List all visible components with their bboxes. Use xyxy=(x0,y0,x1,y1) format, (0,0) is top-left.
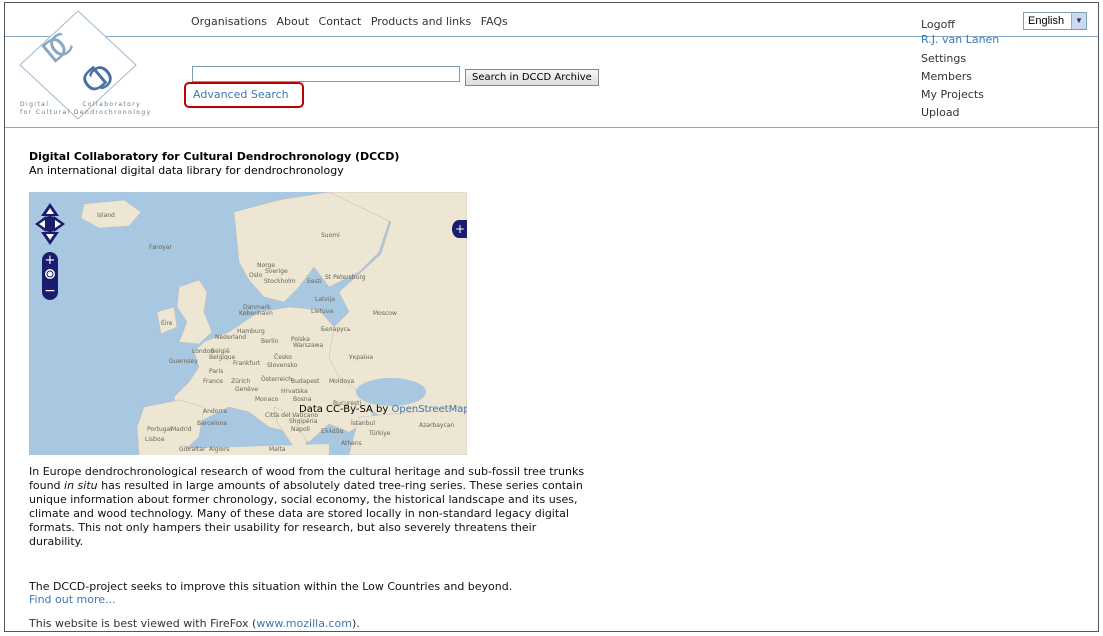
user-menu: Logoff R.J. van Lanen Settings Members M… xyxy=(921,16,999,122)
map-label: Azərbaycan xyxy=(419,422,455,429)
page-title: Digital Collaboratory for Cultural Dendr… xyxy=(29,150,400,163)
map-label: Budapest xyxy=(291,378,320,385)
map-label: Athens xyxy=(341,440,362,447)
browser-note: This website is best viewed with FireFox… xyxy=(29,617,360,630)
map-label: Oslo xyxy=(249,272,263,279)
mozilla-link[interactable]: www.mozilla.com xyxy=(256,617,352,630)
map-label: Česko xyxy=(274,354,292,361)
my-projects-link[interactable]: My Projects xyxy=(921,86,999,104)
map-label: Lietuva xyxy=(311,308,334,315)
map-pan-control[interactable] xyxy=(33,199,67,249)
layer-switcher-icon[interactable]: + xyxy=(452,220,467,238)
map-label: Monaco xyxy=(255,396,279,403)
logoff-link[interactable]: Logoff xyxy=(921,16,999,34)
search-button[interactable]: Search in DCCD Archive xyxy=(465,69,599,86)
map-label: Warszawa xyxy=(293,342,324,349)
chevron-down-icon[interactable]: ▼ xyxy=(1071,13,1086,29)
svg-text:+: + xyxy=(455,222,465,236)
openstreetmap-link[interactable]: OpenStreetMap xyxy=(391,404,467,415)
map-label: Algiers xyxy=(209,446,230,453)
map-label: Genève xyxy=(235,386,259,393)
map-label: Österreich xyxy=(261,376,293,383)
map-label: Moldova xyxy=(329,378,355,385)
map-tiles xyxy=(29,192,467,455)
map-label: Guernsey xyxy=(169,358,198,365)
europe-map[interactable]: Island Føroyar Norge Suomi Sverige Oslo … xyxy=(29,192,467,455)
map-label: Belgique xyxy=(209,354,236,361)
map-label: Moscow xyxy=(373,310,397,317)
nav-about[interactable]: About xyxy=(277,15,310,28)
map-label: Frankfurt xyxy=(233,360,261,367)
nav-contact[interactable]: Contact xyxy=(319,15,362,28)
language-select[interactable]: English ▼ xyxy=(1023,12,1087,30)
page-heading: Digital Collaboratory for Cultural Dendr… xyxy=(29,150,589,178)
map-label: Shqipëria xyxy=(289,418,318,425)
map-label: Malta xyxy=(269,446,286,453)
map-label: Føroyar xyxy=(149,244,172,251)
svg-text:+: + xyxy=(45,253,56,268)
map-label: Hamburg xyxy=(237,328,265,335)
map-label: İstanbul xyxy=(351,420,376,427)
map-label: St Petersburg xyxy=(325,274,366,281)
user-name-link[interactable]: R.J. van Lanen xyxy=(921,34,999,46)
map-label: Andorra xyxy=(203,408,227,415)
map-label: Eesti xyxy=(307,278,322,285)
svg-text:−: − xyxy=(44,283,56,299)
map-label: Berlin xyxy=(261,338,279,345)
map-label: Sverige xyxy=(265,268,288,275)
header-divider-bottom xyxy=(5,127,1098,128)
map-label: Latvija xyxy=(315,296,335,303)
map-label: Madrid xyxy=(171,426,192,433)
map-label: Napoli xyxy=(291,426,310,433)
logo-text: Digital Collaboratory for Cultural Dendr… xyxy=(20,101,152,116)
intro-paragraph: In Europe dendrochronological research o… xyxy=(29,465,585,548)
upload-link[interactable]: Upload xyxy=(921,104,999,122)
map-label: Zürich xyxy=(231,378,251,385)
map-label: Lisboa xyxy=(145,436,165,443)
nav-faqs[interactable]: FAQs xyxy=(481,15,508,28)
map-label: Paris xyxy=(209,368,224,375)
advanced-search-link[interactable]: Advanced Search xyxy=(193,88,289,101)
map-label: Bosna xyxy=(293,396,312,403)
map-label: København xyxy=(239,310,273,317)
members-link[interactable]: Members xyxy=(921,68,999,86)
map-zoom-control[interactable]: + − xyxy=(42,252,58,300)
map-label: Slovensko xyxy=(267,362,298,369)
find-out-more-link[interactable]: Find out more... xyxy=(29,593,116,606)
map-label: Éire xyxy=(161,320,173,327)
map-label: Barcelona xyxy=(197,420,227,427)
project-paragraph: The DCCD-project seeks to improve this s… xyxy=(29,580,589,606)
map-label: Gibraltar xyxy=(179,446,206,453)
map-label: France xyxy=(203,378,223,385)
nav-products-links[interactable]: Products and links xyxy=(371,15,471,28)
map-label: Беларусь xyxy=(321,326,351,333)
search-input[interactable] xyxy=(192,66,460,82)
map-label: Suomi xyxy=(321,232,340,239)
map-label: Türkiye xyxy=(369,430,391,437)
settings-link[interactable]: Settings xyxy=(921,50,999,68)
map-label: Stockholm xyxy=(264,278,296,285)
language-selected: English xyxy=(1028,15,1065,27)
map-label: Portugal xyxy=(147,426,172,433)
map-label: Island xyxy=(97,212,115,219)
page-subtitle: An international digital data library fo… xyxy=(29,164,344,177)
project-text: The DCCD-project seeks to improve this s… xyxy=(29,580,513,593)
map-label: Україна xyxy=(349,354,374,361)
nav-organisations[interactable]: Organisations xyxy=(191,15,267,28)
map-attribution: Data CC-By-SA by OpenStreetMap xyxy=(299,404,467,415)
map-label: Nederland xyxy=(215,334,247,341)
map-label: Hrvatska xyxy=(281,388,308,395)
map-label: Ελλάδα xyxy=(321,428,344,435)
top-nav: Organisations About Contact Products and… xyxy=(191,15,514,28)
